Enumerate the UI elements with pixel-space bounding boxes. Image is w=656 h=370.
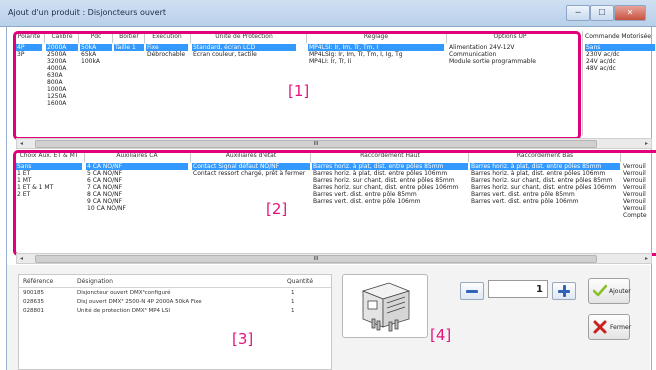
window-title: Ajout d'un produit : Disjoncteurs ouvert	[8, 8, 166, 17]
motor-control-item[interactable]: 230V ac/dc	[585, 51, 655, 58]
plus-icon-vertical	[563, 285, 566, 297]
horizontal-scrollbar-top[interactable]: ◂ III ▸	[16, 138, 652, 149]
table-cell-qty: 1	[291, 290, 295, 296]
table-cell-ref: 900185	[23, 290, 44, 296]
table-cell-designation: Disjoncteur ouvert DMX³configuré	[77, 290, 171, 296]
increase-quantity-button[interactable]	[552, 282, 576, 300]
scroll-thumb[interactable]: III	[35, 255, 597, 263]
title-bar: Ajout d'un produit : Disjoncteurs ouvert…	[0, 0, 656, 27]
bom-table: Référence Désignation Quantité 900185 Dis…	[18, 274, 332, 370]
close-button[interactable]: Fermer	[588, 314, 632, 340]
motor-control-item[interactable]: 24V ac/dc	[585, 58, 655, 65]
minimize-button[interactable]: ─	[566, 5, 590, 21]
col-header-reference: Référence	[23, 278, 54, 285]
table-row[interactable]: 028635 Disj ouvert DMX³ 2500-N 4P 2000A 5…	[19, 299, 331, 308]
table-cell-designation: Unité de protection DMX³ MP4 LSI	[77, 308, 170, 314]
decrease-quantity-button[interactable]	[460, 282, 484, 300]
table-cell-qty: 1	[291, 299, 295, 305]
table-cell-ref: 028801	[23, 308, 44, 314]
col-header-quantity: Quantité	[287, 278, 314, 285]
product-image-frame	[342, 274, 428, 338]
horizontal-scrollbar-bottom[interactable]: ◂ III ▸	[16, 253, 652, 264]
motor-control-list: Sans 230V ac/dc 24V ac/dc 48V ac/dc	[585, 44, 655, 72]
scroll-right-arrow-icon[interactable]: ▸	[642, 139, 651, 148]
close-button-label: Fermer	[610, 324, 632, 331]
add-button-label: Ajouter	[609, 288, 631, 295]
col-header-designation: Désignation	[77, 278, 113, 285]
table-cell-ref: 028635	[23, 299, 44, 305]
header-divider	[19, 287, 331, 288]
motor-control-panel: Commande Motorisée Sans 230V ac/dc 24V ac/…	[582, 31, 655, 135]
section-4-label: [4]	[430, 326, 452, 344]
scroll-left-arrow-icon[interactable]: ◂	[17, 139, 26, 148]
table-row[interactable]: 900185 Disjoncteur ouvert DMX³configuré 1	[19, 290, 331, 299]
section-1-label: [1]	[288, 82, 310, 100]
cross-icon	[593, 320, 607, 334]
close-window-button[interactable]: ✕	[614, 5, 646, 21]
table-cell-qty: 1	[291, 308, 295, 314]
section-3-label: [3]	[232, 330, 254, 348]
quantity-input[interactable]: 1	[488, 280, 548, 298]
section-2-label: [2]	[266, 200, 288, 218]
maximize-button[interactable]: ☐	[590, 5, 614, 21]
motor-control-item[interactable]: 48V ac/dc	[585, 65, 655, 72]
table-cell-designation: Disj ouvert DMX³ 2500-N 4P 2000A 50kA Fi…	[77, 299, 202, 305]
scroll-left-arrow-icon[interactable]: ◂	[17, 254, 26, 263]
table-row[interactable]: 028801 Unité de protection DMX³ MP4 LSI 1	[19, 308, 331, 317]
checkmark-icon	[593, 284, 607, 297]
motor-control-header: Commande Motorisée	[585, 33, 651, 40]
scroll-thumb[interactable]: III	[35, 140, 597, 148]
add-button[interactable]: Ajouter	[588, 278, 631, 304]
motor-control-item[interactable]: Sans	[585, 44, 655, 51]
scroll-right-arrow-icon[interactable]: ▸	[642, 254, 651, 263]
section-2-highlight	[13, 150, 656, 256]
circuit-breaker-image	[361, 282, 411, 332]
minus-icon	[466, 290, 478, 293]
